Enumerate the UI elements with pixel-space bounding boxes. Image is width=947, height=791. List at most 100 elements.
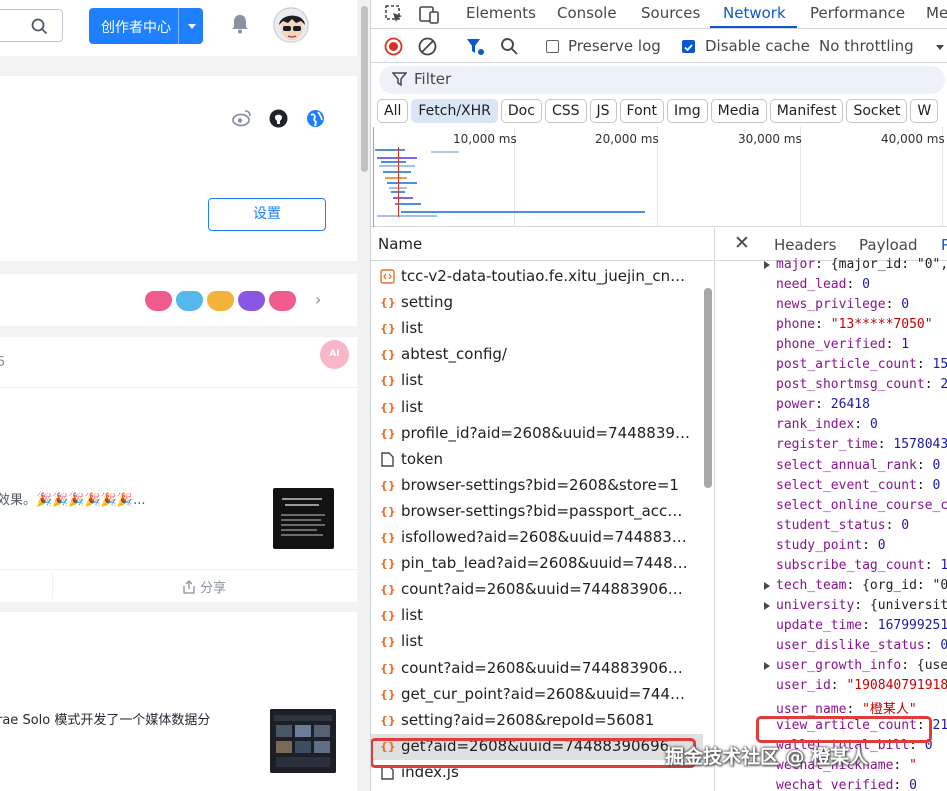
tab-sources[interactable]: Sources — [641, 4, 700, 22]
filter-input[interactable]: Filter — [379, 66, 945, 94]
github-icon[interactable] — [269, 109, 288, 128]
tab-elements[interactable]: Elements — [466, 4, 536, 22]
expand-triangle-icon[interactable] — [764, 581, 770, 590]
request-row[interactable]: {} list — [371, 629, 703, 655]
tab-payload[interactable]: Payload — [859, 236, 918, 254]
expand-triangle-icon[interactable] — [764, 601, 770, 610]
disable-cache-label[interactable]: Disable cache — [705, 37, 810, 55]
post-excerpt[interactable]: 效果。🎉🎉🎉🎉🎉🎉... — [0, 489, 146, 508]
request-row[interactable]: {} list — [371, 603, 703, 629]
filter-chip-doc[interactable]: Doc — [500, 99, 542, 123]
search-icon[interactable] — [500, 37, 519, 56]
property-value: {org_id: "0 — [862, 577, 947, 593]
disable-cache-checkbox[interactable] — [682, 40, 695, 53]
property-value: 0 — [932, 477, 941, 493]
request-row[interactable]: {} abtest_config/ — [371, 342, 703, 368]
throttling-dropdown-icon[interactable] — [936, 45, 944, 50]
search-input[interactable] — [0, 9, 63, 42]
property-value: 0 — [869, 417, 878, 433]
ai-assistant-icon[interactable]: AI — [320, 340, 349, 369]
property-colon: : — [916, 457, 933, 473]
filter-chip-img[interactable]: Img — [667, 99, 708, 123]
json-property[interactable]: major: {major_id: "0", — [764, 257, 947, 272]
post-thumbnail[interactable] — [273, 488, 334, 549]
request-row[interactable]: {} isfollowed?aid=2608&uuid=74488390... — [371, 525, 703, 551]
avatar[interactable] — [273, 7, 309, 43]
filter-chip-js[interactable]: JS — [589, 99, 617, 123]
json-property: user_name: "橙某人" — [776, 698, 917, 717]
share-button[interactable]: 分享 — [182, 577, 226, 596]
tab-memory[interactable]: Me — [926, 4, 947, 22]
inspect-element-icon[interactable] — [384, 4, 404, 24]
xhr-icon: {} — [380, 374, 396, 388]
throttling-select[interactable]: No throttling — [819, 37, 914, 55]
timeline-bar — [379, 165, 415, 167]
close-icon[interactable]: ✕ — [734, 232, 750, 254]
request-row[interactable]: {} list — [371, 316, 703, 342]
chevron-right-icon[interactable]: › — [315, 290, 321, 309]
filter-chip-socket[interactable]: Socket — [846, 99, 908, 123]
property-key: phone — [776, 317, 816, 333]
post-thumbnail[interactable] — [270, 709, 336, 773]
website-globe-icon[interactable] — [306, 109, 325, 128]
property-key: update_time — [776, 617, 863, 633]
request-row[interactable]: {} browser-settings?bid=passport_accoun..… — [371, 499, 703, 525]
expand-triangle-icon[interactable] — [764, 261, 770, 269]
record-icon[interactable] — [384, 37, 403, 56]
page-scrollbar[interactable] — [359, 0, 370, 791]
request-row[interactable]: token — [371, 447, 703, 473]
filter-chip-w[interactable]: W — [910, 99, 939, 123]
request-row[interactable]: {} pin_tab_lead?aid=2608&uuid=744883... — [371, 551, 703, 577]
xhr-icon: {} — [380, 687, 396, 701]
request-row[interactable]: {} browser-settings?bid=2608&store=1 — [371, 473, 703, 499]
weibo-icon[interactable] — [232, 109, 252, 127]
preserve-log-checkbox[interactable] — [546, 40, 559, 53]
filter-chip-css[interactable]: CSS — [544, 99, 587, 123]
filter-chip-font[interactable]: Font — [619, 99, 664, 123]
json-property: student_status: 0 — [776, 518, 909, 533]
badges-card[interactable]: › — [0, 274, 357, 326]
tab-network[interactable]: Network — [723, 4, 786, 22]
timeline-label: 30,000 ms — [738, 132, 802, 146]
tab-preview[interactable]: P — [941, 236, 947, 254]
request-list-scrollbar[interactable] — [704, 288, 712, 488]
badge-icon — [238, 291, 265, 311]
request-row[interactable]: {} list — [371, 368, 703, 394]
preserve-log-label[interactable]: Preserve log — [568, 37, 661, 55]
filter-funnel-icon[interactable] — [465, 37, 485, 56]
request-row[interactable]: {} list — [371, 395, 703, 421]
search-icon[interactable] — [31, 18, 48, 35]
property-colon: : — [877, 437, 894, 453]
name-column-header[interactable]: Name — [371, 228, 714, 261]
device-toolbar-icon[interactable] — [418, 4, 440, 24]
request-row[interactable]: {} profile_id?aid=2608&uuid=744883906... — [371, 421, 703, 447]
json-property: rank_index: 0 — [776, 417, 878, 432]
post-title[interactable]: rae Solo 模式开发了一个媒体数据分 — [0, 709, 210, 728]
request-row[interactable]: {} count?aid=2608&uuid=744883906964... — [371, 656, 703, 682]
json-property[interactable]: university: {universit — [764, 598, 947, 613]
filter-chip-media[interactable]: Media — [710, 99, 767, 123]
tab-console[interactable]: Console — [557, 4, 617, 22]
json-property[interactable]: user_growth_info: {use — [764, 658, 947, 673]
filter-chip-manifest[interactable]: Manifest — [769, 99, 844, 123]
request-row[interactable]: {} count?aid=2608&uuid=744883906964... — [371, 577, 703, 603]
caret-down-icon[interactable] — [188, 24, 196, 29]
settings-button[interactable]: 设置 — [208, 198, 326, 231]
clear-icon[interactable] — [418, 37, 437, 56]
request-row[interactable]: {} setting — [371, 290, 703, 316]
json-property[interactable]: tech_team: {org_id: "0 — [764, 577, 947, 593]
filter-chip-fetchxhr[interactable]: Fetch/XHR — [411, 99, 498, 123]
tab-performance[interactable]: Performance — [810, 4, 905, 22]
bell-icon[interactable] — [229, 13, 251, 35]
network-overview-timeline[interactable]: 10,000 ms 20,000 ms 30,000 ms 40,000 ms — [371, 127, 947, 227]
property-key: select_event_count — [776, 477, 917, 493]
filter-chip-all[interactable]: All — [377, 99, 409, 123]
request-row[interactable]: {} setting?aid=2608&repoId=56081 — [371, 708, 703, 734]
scrollbar-thumb[interactable] — [361, 6, 368, 172]
expand-triangle-icon[interactable] — [764, 662, 770, 670]
request-row[interactable]: tcc-v2-data-toutiao.fe.xitu_juejin_cn_w.… — [371, 264, 703, 290]
tab-headers[interactable]: Headers — [774, 236, 836, 254]
creator-center-button[interactable]: 创作者中心 — [89, 8, 203, 44]
active-tab-indicator — [710, 26, 797, 28]
request-row[interactable]: {} get_cur_point?aid=2608&uuid=744883... — [371, 682, 703, 708]
